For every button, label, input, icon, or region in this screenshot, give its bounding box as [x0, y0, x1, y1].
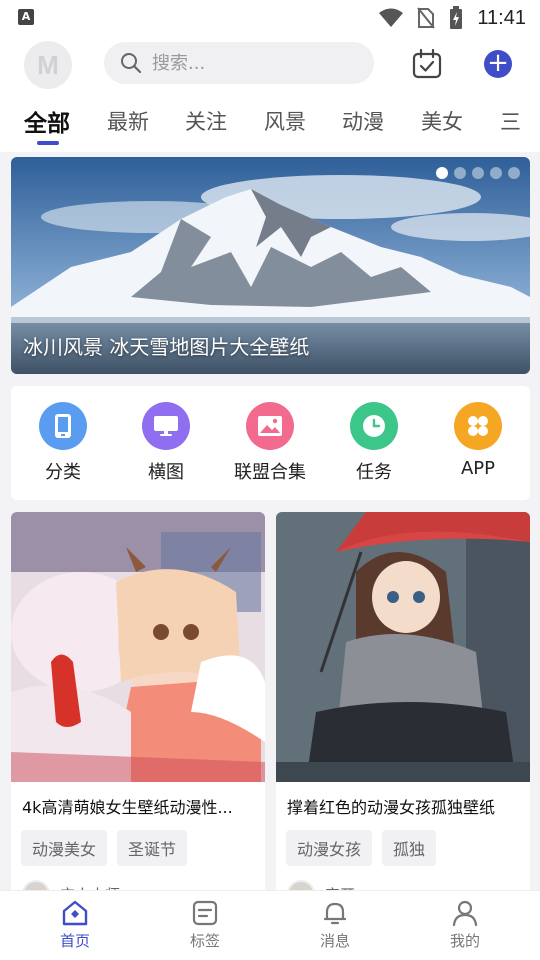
quick-nav-label: 分类 — [45, 462, 81, 483]
wallpaper-card[interactable]: 撑着红色的动漫女孩孤独壁纸 动漫女孩 孤独 审开 — [276, 512, 530, 912]
tab-following[interactable]: 关注 — [185, 106, 227, 136]
banner-caption: 冰川风景 冰天雪地图片大全壁纸 — [23, 335, 310, 359]
tag-chip[interactable]: 动漫女孩 — [286, 830, 373, 866]
tag-chip[interactable]: 孤独 — [382, 830, 437, 866]
no-sim-icon — [417, 7, 436, 29]
nav-label: 首页 — [59, 932, 90, 950]
category-tabs: 全部 最新 关注 风景 动漫 美女 三 — [0, 92, 540, 152]
nav-label: 消息 — [319, 932, 350, 950]
carousel-dot[interactable] — [490, 167, 502, 179]
calendar-checkin-icon[interactable] — [411, 48, 443, 80]
search-icon — [121, 53, 142, 74]
app-header: M + — [0, 36, 540, 92]
nav-tags[interactable]: 标签 — [165, 899, 245, 951]
accessibility-icon: A — [18, 9, 34, 25]
monitor-icon — [142, 402, 190, 450]
carousel-dot[interactable] — [508, 167, 520, 179]
wifi-icon — [379, 8, 404, 27]
tab-more[interactable]: 三 — [500, 106, 521, 136]
nav-messages[interactable]: 消息 — [295, 899, 375, 951]
clock-icon — [350, 402, 398, 450]
tag-chip[interactable]: 动漫美女 — [21, 830, 108, 866]
search-input[interactable] — [152, 52, 352, 74]
tab-indicator — [37, 141, 59, 145]
quick-nav-category[interactable]: 分类 — [11, 402, 115, 484]
quick-nav-label: 横图 — [148, 462, 184, 483]
banner-carousel[interactable]: 冰川风景 冰天雪地图片大全壁纸 — [11, 157, 530, 374]
quick-nav-collections[interactable]: 联盟合集 — [218, 402, 322, 484]
card-title: 撑着红色的动漫女孩孤独壁纸 — [287, 798, 496, 817]
tab-beauty[interactable]: 美女 — [421, 106, 463, 136]
user-icon — [452, 900, 478, 927]
tab-scenery[interactable]: 风景 — [264, 106, 306, 136]
nav-label: 标签 — [189, 932, 220, 950]
bottom-nav: 首页 标签 消息 我的 — [0, 890, 540, 960]
card-thumbnail — [11, 512, 265, 782]
quick-nav-panel: 分类 横图 联盟合集 任务 APP — [11, 386, 530, 500]
nav-home[interactable]: 首页 — [35, 899, 115, 951]
quick-nav-tasks[interactable]: 任务 — [322, 402, 426, 484]
carousel-dots — [436, 167, 520, 179]
status-bar: A 11:41 — [0, 0, 540, 36]
grid-icon — [454, 402, 502, 450]
home-icon — [62, 900, 88, 926]
image-icon — [246, 402, 294, 450]
tab-latest[interactable]: 最新 — [107, 106, 149, 136]
carousel-dot[interactable] — [472, 167, 484, 179]
card-tags: 动漫女孩 孤独 — [286, 830, 437, 866]
battery-charging-icon — [450, 6, 463, 29]
quick-nav-label: 任务 — [356, 462, 392, 483]
card-title: 4k高清萌娘女生壁纸动漫性... — [22, 798, 233, 817]
carousel-dot[interactable] — [436, 167, 448, 179]
tag-chip[interactable]: 圣诞节 — [117, 830, 188, 866]
phone-icon — [39, 402, 87, 450]
card-tags: 动漫美女 圣诞节 — [21, 830, 188, 866]
quick-nav-app[interactable]: APP — [426, 402, 530, 479]
card-thumbnail — [276, 512, 530, 782]
wallpaper-card[interactable]: 4k高清萌娘女生壁纸动漫性... 动漫美女 圣诞节 宝人大师 — [11, 512, 265, 912]
nav-profile[interactable]: 我的 — [425, 899, 505, 951]
avatar-logo-letter: M — [37, 49, 59, 80]
user-avatar[interactable]: M — [24, 41, 72, 89]
bell-icon — [323, 902, 347, 925]
tab-all[interactable]: 全部 — [24, 104, 70, 138]
search-bar[interactable] — [104, 42, 374, 84]
tab-anime[interactable]: 动漫 — [342, 106, 384, 136]
tag-card-icon — [192, 900, 218, 926]
clock-time: 11:41 — [477, 6, 526, 29]
quick-nav-landscape[interactable]: 横图 — [114, 402, 218, 484]
nav-label: 我的 — [449, 932, 480, 950]
quick-nav-label: APP — [460, 458, 496, 479]
carousel-dot[interactable] — [454, 167, 466, 179]
add-button[interactable]: + — [484, 50, 512, 78]
quick-nav-label: 联盟合集 — [234, 462, 306, 483]
